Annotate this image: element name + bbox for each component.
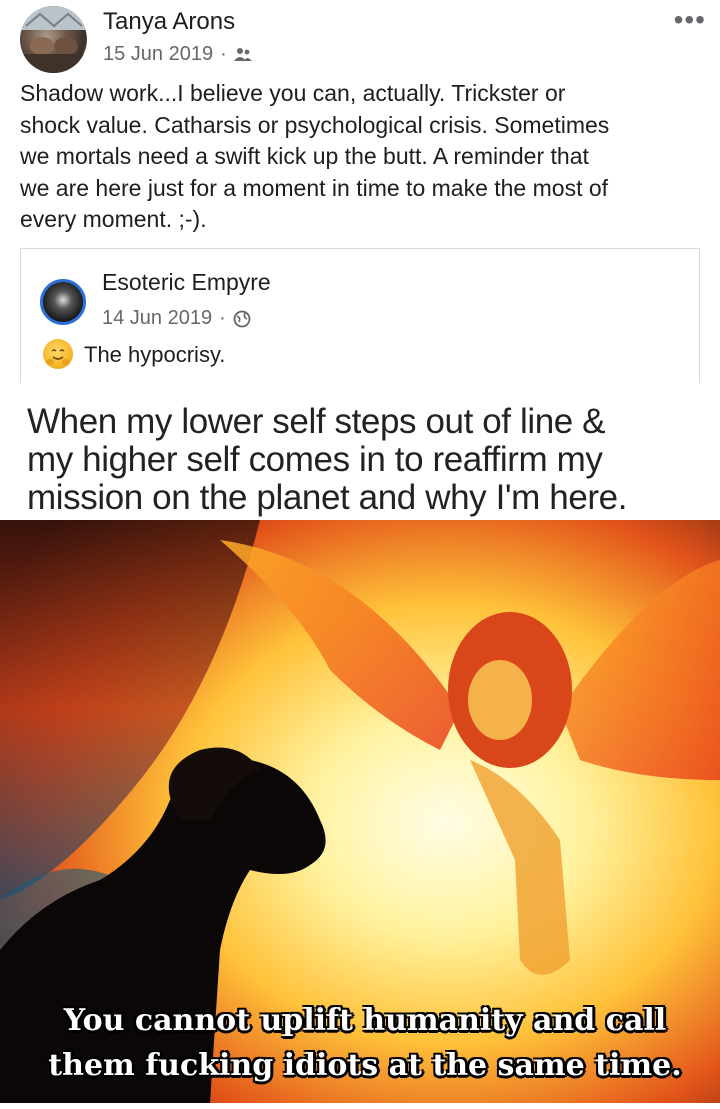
meme-bottom-caption-line2: them fucking idiots at the same time. (48, 1048, 682, 1083)
shared-author-avatar[interactable] (40, 279, 86, 325)
author-avatar[interactable] (20, 6, 87, 73)
post-date[interactable]: 15 Jun 2019 (103, 43, 213, 66)
friends-icon (233, 47, 252, 61)
globe-icon (233, 310, 251, 327)
shared-post-text: The hypocrisy. (84, 342, 226, 367)
shared-meta: 14 Jun 2019 · (102, 307, 251, 330)
meme-top-caption: When my lower self steps out of line & m… (27, 402, 628, 517)
hugging-face-emoji-icon (43, 339, 73, 369)
post-text: Shadow work...I believe you can, actuall… (20, 80, 610, 232)
more-options-icon[interactable]: ••• (674, 4, 706, 36)
meme-bottom-caption-line1: You cannot uplift humanity and call (63, 1003, 667, 1038)
post-author-name[interactable]: Tanya Arons (103, 8, 235, 36)
shared-post[interactable]: Esoteric Empyre 14 Jun 2019 · The hypocr… (20, 248, 700, 384)
shared-author-name[interactable]: Esoteric Empyre (102, 269, 271, 296)
post-meta: 15 Jun 2019 · (103, 43, 252, 66)
meme-image-container[interactable]: When my lower self steps out of line & m… (0, 383, 720, 1109)
shared-date[interactable]: 14 Jun 2019 (102, 307, 212, 330)
post-header: Tanya Arons 15 Jun 2019 · ••• (0, 0, 720, 75)
